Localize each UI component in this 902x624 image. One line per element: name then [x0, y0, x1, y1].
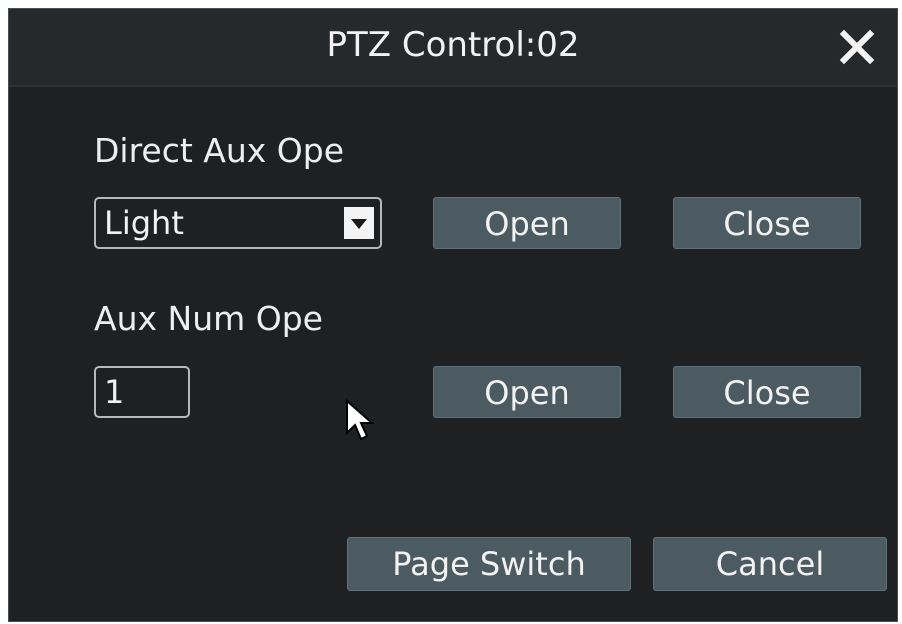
page-switch-button[interactable]: Page Switch — [347, 537, 631, 591]
dialog-title: PTZ Control:02 — [326, 25, 580, 65]
aux-num-input[interactable]: 1 — [94, 366, 190, 418]
direct-aux-close-button[interactable]: Close — [673, 197, 861, 249]
direct-aux-open-button[interactable]: Open — [433, 197, 621, 249]
close-icon[interactable] — [837, 27, 877, 67]
title-bar: PTZ Control:02 — [9, 9, 897, 87]
aux-type-dropdown[interactable]: Light — [94, 197, 382, 249]
aux-num-close-button[interactable]: Close — [673, 366, 861, 418]
ptz-control-dialog: PTZ Control:02 Direct Aux Ope Light Open… — [8, 8, 898, 622]
aux-num-open-button[interactable]: Open — [433, 366, 621, 418]
mouse-pointer-icon — [345, 398, 375, 445]
dropdown-selected-value: Light — [104, 204, 184, 242]
chevron-down-icon[interactable] — [344, 207, 374, 239]
aux-num-label: Aux Num Ope — [94, 299, 323, 338]
cancel-button[interactable]: Cancel — [653, 537, 887, 591]
direct-aux-label: Direct Aux Ope — [94, 131, 345, 170]
